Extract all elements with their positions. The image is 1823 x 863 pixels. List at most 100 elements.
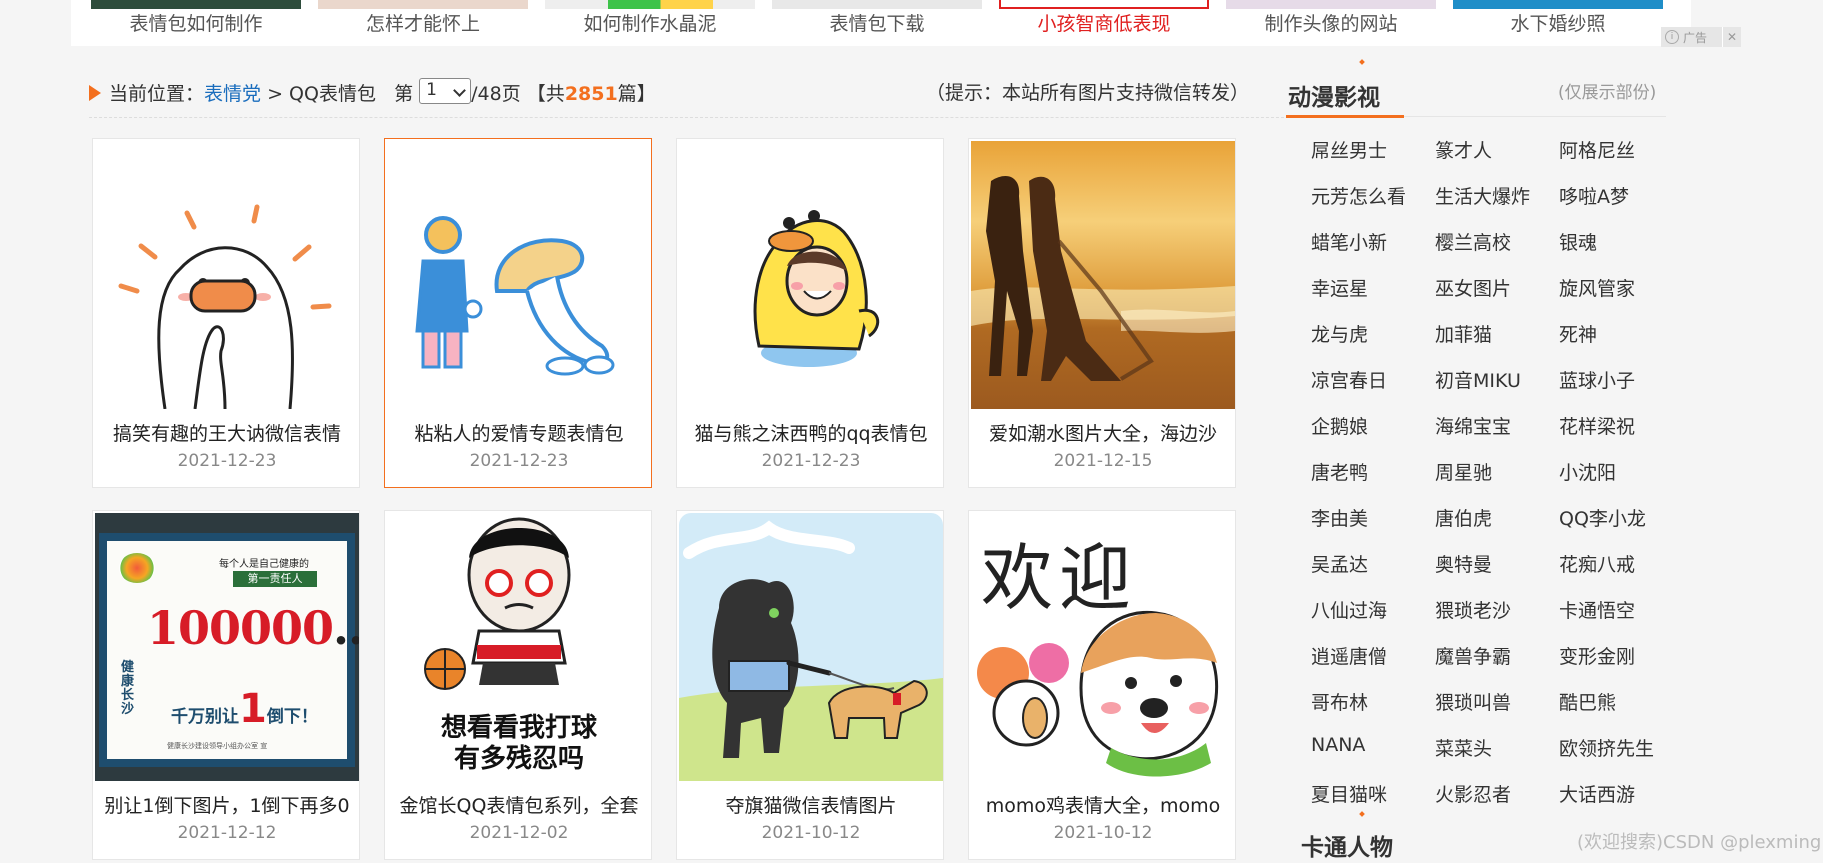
card-title[interactable]: 别让1倒下图片，1倒下再多0 xyxy=(93,791,361,818)
sidebar-item[interactable]: 卡通悟空 xyxy=(1559,596,1635,623)
image-card[interactable]: 想看看我打球 有多残忍吗 金馆长QQ表情包系列，全套 2021-12-02 xyxy=(384,510,652,860)
related-thumbnail[interactable] xyxy=(999,0,1209,9)
sidebar-item[interactable]: 魔兽争霸 xyxy=(1435,642,1511,669)
sidebar-item[interactable]: 猥琐叫兽 xyxy=(1435,688,1511,715)
arrow-right-icon xyxy=(89,85,101,101)
sidebar-item[interactable]: 蜡笔小新 xyxy=(1311,228,1387,255)
card-title[interactable]: 猫与熊之沫西鸭的qq表情包 xyxy=(677,419,945,446)
card-thumbnail[interactable] xyxy=(679,513,943,781)
image-card[interactable]: 爱如潮水图片大全，海边沙 2021-12-15 xyxy=(968,138,1236,488)
related-label[interactable]: 制作头像的网站 xyxy=(1226,9,1436,36)
related-label[interactable]: 怎样才能怀上 xyxy=(318,9,528,36)
sidebar-item[interactable]: QQ李小龙 xyxy=(1559,504,1646,531)
sidebar-item[interactable]: 奥特曼 xyxy=(1435,550,1492,577)
breadcrumb-prefix: 当前位置： xyxy=(109,83,205,105)
decor-dot xyxy=(1359,59,1365,65)
card-thumbnail[interactable]: 想看看我打球 有多残忍吗 xyxy=(387,513,651,781)
card-thumbnail[interactable]: 欢迎 xyxy=(971,513,1235,781)
sidebar-item[interactable]: 唐伯虎 xyxy=(1435,504,1492,531)
related-thumbnail[interactable] xyxy=(545,0,755,9)
info-icon[interactable]: i xyxy=(1665,30,1679,44)
related-label[interactable]: 水下婚纱照 xyxy=(1453,9,1663,36)
related-thumbnail[interactable] xyxy=(1453,0,1663,9)
sidebar-item[interactable]: 花样梁祝 xyxy=(1559,412,1635,439)
sidebar-item[interactable]: 加菲猫 xyxy=(1435,320,1492,347)
breadcrumb-separator: > xyxy=(267,83,283,105)
image-card[interactable]: 每个人是自己健康的 第一责任人 100000… 千万别让1倒下！ 健康长沙 健康… xyxy=(92,510,360,860)
related-item[interactable]: 制作头像的网站 xyxy=(1226,0,1436,46)
card-thumbnail[interactable] xyxy=(971,141,1235,409)
sidebar-item[interactable]: 菜菜头 xyxy=(1435,734,1492,761)
sidebar-item[interactable]: 屌丝男士 xyxy=(1311,136,1387,163)
sidebar-item[interactable]: 初音MIKU xyxy=(1435,366,1521,393)
related-thumbnail[interactable] xyxy=(1226,0,1436,9)
card-title[interactable]: 搞笑有趣的王大讷微信表情 xyxy=(93,419,361,446)
sidebar-item[interactable]: 蓝球小子 xyxy=(1559,366,1635,393)
sidebar-item[interactable]: 元芳怎么看 xyxy=(1311,182,1406,209)
related-item[interactable]: 表情包如何制作 xyxy=(91,0,301,46)
sidebar-item[interactable]: 哆啦A梦 xyxy=(1559,182,1629,209)
sidebar-item[interactable]: 小沈阳 xyxy=(1559,458,1616,485)
tip-text: （提示：本站所有图片支持微信转发） xyxy=(926,82,1250,104)
sidebar-item[interactable]: 欧领挤先生 xyxy=(1559,734,1654,761)
image-card[interactable]: 夺旗猫微信表情图片 2021-10-12 xyxy=(676,510,944,860)
sidebar-item[interactable]: NANA xyxy=(1311,734,1365,756)
sidebar-item[interactable]: 变形金刚 xyxy=(1559,642,1635,669)
card-title[interactable]: 夺旗猫微信表情图片 xyxy=(677,791,945,818)
sidebar-item[interactable]: 花痴八戒 xyxy=(1559,550,1635,577)
close-icon[interactable]: ✕ xyxy=(1722,27,1741,47)
related-item[interactable]: 小孩智商低表现 xyxy=(999,0,1209,46)
sidebar-item[interactable]: 幸运星 xyxy=(1311,274,1368,301)
image-card[interactable]: 猫与熊之沫西鸭的qq表情包 2021-12-23 xyxy=(676,138,944,488)
sidebar-item[interactable]: 大话西游 xyxy=(1559,780,1635,807)
related-label[interactable]: 小孩智商低表现 xyxy=(999,9,1209,36)
card-title[interactable]: momo鸡表情大全，momo xyxy=(969,791,1237,818)
sidebar-item[interactable]: 生活大爆炸 xyxy=(1435,182,1530,209)
decor-dot xyxy=(1359,811,1365,817)
related-thumbnail[interactable] xyxy=(318,0,528,9)
sidebar-item[interactable]: 火影忍者 xyxy=(1435,780,1511,807)
sidebar-item[interactable]: 旋风管家 xyxy=(1559,274,1635,301)
sidebar-item[interactable]: 龙与虎 xyxy=(1311,320,1368,347)
related-item[interactable]: 水下婚纱照 xyxy=(1453,0,1663,46)
sidebar-item[interactable]: 企鹅娘 xyxy=(1311,412,1368,439)
card-thumbnail[interactable] xyxy=(679,141,943,409)
related-item[interactable]: 如何制作水晶泥 xyxy=(545,0,755,46)
card-thumbnail[interactable] xyxy=(95,141,359,409)
sidebar-item[interactable]: 猥琐老沙 xyxy=(1435,596,1511,623)
sidebar-item[interactable]: 八仙过海 xyxy=(1311,596,1387,623)
sidebar-item[interactable]: 巫女图片 xyxy=(1435,274,1511,301)
sidebar-item[interactable]: 逍遥唐僧 xyxy=(1311,642,1387,669)
sidebar-item[interactable]: 海绵宝宝 xyxy=(1435,412,1511,439)
image-card[interactable]: 搞笑有趣的王大讷微信表情 2021-12-23 xyxy=(92,138,360,488)
card-title[interactable]: 金馆长QQ表情包系列，全套 xyxy=(385,791,653,818)
card-title[interactable]: 粘粘人的爱情专题表情包 xyxy=(385,419,653,446)
sidebar-item[interactable]: 银魂 xyxy=(1559,228,1597,255)
card-title[interactable]: 爱如潮水图片大全，海边沙 xyxy=(969,419,1237,446)
sidebar-item[interactable]: 篆才人 xyxy=(1435,136,1492,163)
related-thumbnail[interactable] xyxy=(772,0,982,9)
card-thumbnail[interactable]: 每个人是自己健康的 第一责任人 100000… 千万别让1倒下！ 健康长沙 健康… xyxy=(95,513,359,781)
related-item[interactable]: 怎样才能怀上 xyxy=(318,0,528,46)
sidebar-item[interactable]: 凉宫春日 xyxy=(1311,366,1387,393)
sidebar-item[interactable]: 李由美 xyxy=(1311,504,1368,531)
related-label[interactable]: 表情包如何制作 xyxy=(91,9,301,36)
image-card[interactable]: 欢迎 momo鸡表情大全，momo 2021-10-12 xyxy=(968,510,1236,860)
card-thumbnail[interactable] xyxy=(387,141,651,409)
sidebar-item[interactable]: 周星驰 xyxy=(1435,458,1492,485)
related-thumbnail[interactable] xyxy=(91,0,301,9)
sidebar-item[interactable]: 吴孟达 xyxy=(1311,550,1368,577)
related-label[interactable]: 如何制作水晶泥 xyxy=(545,9,755,36)
sidebar-item[interactable]: 樱兰高校 xyxy=(1435,228,1511,255)
sidebar-item[interactable]: 夏目猫咪 xyxy=(1311,780,1387,807)
sidebar-item[interactable]: 哥布林 xyxy=(1311,688,1368,715)
breadcrumb-link-home[interactable]: 表情党 xyxy=(204,83,261,105)
image-card[interactable]: 粘粘人的爱情专题表情包 2021-12-23 xyxy=(384,138,652,488)
sidebar-item[interactable]: 阿格尼丝 xyxy=(1559,136,1635,163)
sidebar-item[interactable]: 酷巴熊 xyxy=(1559,688,1616,715)
related-label[interactable]: 表情包下载 xyxy=(772,9,982,36)
page-select[interactable]: 1 xyxy=(419,78,472,104)
sidebar-item[interactable]: 死神 xyxy=(1559,320,1597,347)
sidebar-item[interactable]: 唐老鸭 xyxy=(1311,458,1368,485)
related-item[interactable]: 表情包下载 xyxy=(772,0,982,46)
